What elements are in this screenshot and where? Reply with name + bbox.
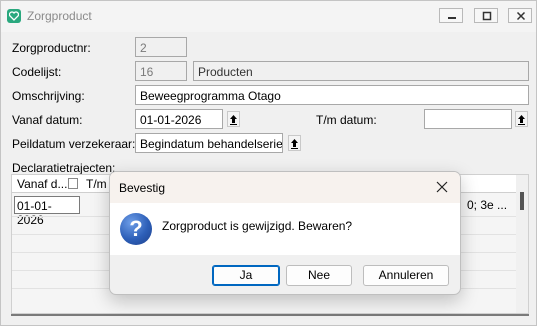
- zorgproductnr-label: Zorgproductnr:: [12, 41, 91, 55]
- omschrijving-input[interactable]: Beweegprogramma Otago: [135, 85, 529, 105]
- zorgproductnr-field: 2: [135, 37, 187, 57]
- scrollbar-thumb[interactable]: [520, 192, 524, 210]
- codelijst-code-field: 16: [135, 61, 187, 81]
- dialog-body: ? Zorgproduct is gewijzigd. Bewaren?: [110, 203, 460, 255]
- nee-button[interactable]: Nee: [286, 265, 352, 286]
- window-title: Zorgproduct: [27, 9, 92, 23]
- confirm-dialog: Bevestig ? Zorgproduct is gewijzigd. Bew…: [109, 171, 461, 295]
- minimize-icon: [448, 17, 456, 19]
- ja-button[interactable]: Ja: [212, 265, 280, 286]
- column-vanaf-header[interactable]: Vanaf d...: [17, 177, 67, 191]
- declaratietrajecten-label: Declaratietrajecten:: [12, 161, 116, 175]
- app-heart-icon: [7, 9, 21, 23]
- grid-cell-extra: 0; 3e ...: [467, 198, 508, 212]
- maximize-icon: [482, 11, 492, 21]
- close-icon: [516, 11, 526, 21]
- maximize-button[interactable]: [474, 8, 498, 23]
- question-icon: ?: [120, 213, 152, 245]
- up-arrow-icon: [230, 114, 237, 125]
- peildatum-dropdown-button[interactable]: [288, 135, 301, 151]
- grid-bottom-border: [11, 314, 529, 316]
- peildatum-label: Peildatum verzekeraar:: [12, 137, 136, 151]
- grid-vertical-scrollbar[interactable]: [516, 175, 528, 313]
- vanaf-datum-spin-button[interactable]: [227, 111, 240, 127]
- codelijst-name-field: Producten: [193, 61, 529, 81]
- tm-datum-label: T/m datum:: [316, 113, 377, 127]
- vanaf-datum-label: Vanaf datum:: [12, 113, 83, 127]
- codelijst-label: Codelijst:: [12, 65, 62, 79]
- minimize-button[interactable]: [439, 8, 463, 23]
- omschrijving-label: Omschrijving:: [12, 89, 85, 103]
- grid-cell-vanaf[interactable]: 01-01-2026: [14, 196, 80, 227]
- dialog-title-bar: Bevestig: [110, 172, 460, 203]
- filter-icon[interactable]: [68, 178, 78, 189]
- title-bar: Zorgproduct: [1, 1, 536, 32]
- up-arrow-icon: [518, 114, 525, 125]
- up-arrow-icon: [291, 138, 298, 149]
- tm-datum-spin-button[interactable]: [515, 111, 528, 127]
- column-tm-header[interactable]: T/m: [86, 177, 107, 191]
- tm-datum-input[interactable]: [424, 109, 512, 129]
- zorgproduct-window: Zorgproduct Zorgproductnr: 2 Codelijst: …: [0, 0, 537, 326]
- annuleren-button[interactable]: Annuleren: [363, 265, 449, 286]
- dialog-title: Bevestig: [119, 181, 166, 195]
- peildatum-select[interactable]: Begindatum behandelserie: [135, 133, 283, 153]
- dialog-close-icon[interactable]: [436, 181, 448, 193]
- vanaf-datum-input[interactable]: 01-01-2026: [135, 109, 223, 129]
- dialog-message: Zorgproduct is gewijzigd. Bewaren?: [162, 219, 353, 233]
- close-window-button[interactable]: [508, 8, 532, 23]
